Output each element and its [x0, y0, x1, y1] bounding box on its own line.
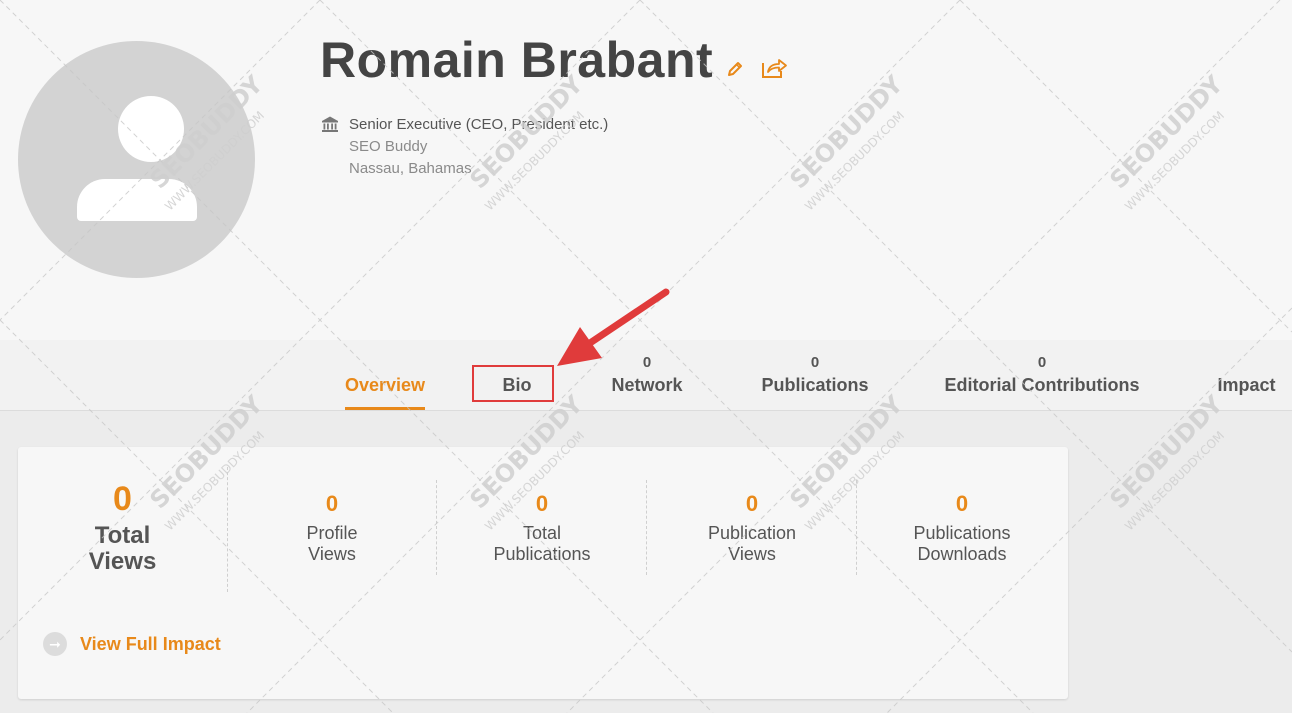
stat-label-line1: Profile: [306, 523, 358, 543]
profile-job-title: Senior Executive (CEO, President etc.): [349, 116, 609, 133]
active-tab-indicator: [345, 407, 425, 410]
stat-total-publications: 0 Total Publications: [457, 491, 627, 565]
tab-impact-label: Impact: [1217, 375, 1276, 395]
stat-label-line2: Downloads: [917, 544, 1007, 564]
tab-editorial-contributions-label: Editorial Contributions: [944, 375, 1140, 395]
stat-label-line1: Publications: [913, 523, 1011, 543]
user-placeholder-icon-body: [77, 179, 197, 221]
arrow-right-circle-icon: ➞: [43, 632, 67, 656]
stat-label-line1: Total: [94, 522, 151, 549]
tab-network-count: 0: [642, 354, 652, 371]
tab-overview-label: Overview: [345, 375, 426, 395]
tab-bio[interactable]: Bio: [474, 340, 560, 410]
profile-page: Romain Brabant Senior Executive (CEO, Pr…: [0, 0, 1292, 713]
tab-publications-count: 0: [810, 354, 820, 371]
stat-label-line1: Publication: [707, 523, 797, 543]
stat-label-line1: Total: [522, 523, 562, 543]
tab-bio-label: Bio: [502, 375, 532, 395]
profile-name: Romain Brabant: [320, 32, 714, 88]
stat-divider: [856, 480, 857, 575]
profile-tabs: Overview Bio 0 Network 0 Publications 0 …: [0, 340, 1292, 411]
tab-editorial-contributions-count: 0: [1037, 354, 1047, 371]
tab-editorial-contributions[interactable]: 0 Editorial Contributions: [937, 340, 1147, 410]
user-placeholder-icon-head: [118, 96, 184, 162]
avatar: [18, 41, 255, 278]
stat-label-line2: Views: [728, 544, 776, 564]
tab-network[interactable]: 0 Network: [597, 340, 697, 410]
profile-company: SEO Buddy: [349, 138, 428, 155]
tab-publications-label: Publications: [761, 375, 869, 395]
stat-value: 0: [325, 491, 339, 516]
tab-network-label: Network: [611, 375, 683, 395]
tab-publications[interactable]: 0 Publications: [755, 340, 875, 410]
stat-value: 0: [955, 491, 969, 516]
profile-location: Nassau, Bahamas: [349, 160, 472, 177]
stat-divider: [227, 467, 228, 592]
stat-label-line2: Publications: [493, 544, 591, 564]
stat-divider: [646, 480, 647, 575]
tab-impact[interactable]: Impact: [1209, 340, 1284, 410]
stat-divider: [436, 480, 437, 575]
stat-value: 0: [113, 480, 132, 518]
pencil-icon[interactable]: [726, 60, 744, 78]
stat-label-line2: Views: [88, 548, 157, 575]
share-icon[interactable]: [760, 56, 788, 80]
stat-publications-downloads: 0 Publications Downloads: [877, 491, 1047, 565]
stat-profile-views: 0 Profile Views: [247, 491, 417, 565]
stat-value: 0: [535, 491, 549, 516]
profile-header: Romain Brabant Senior Executive (CEO, Pr…: [0, 0, 1292, 340]
stat-value: 0: [745, 491, 759, 516]
view-full-impact-label: View Full Impact: [80, 634, 221, 654]
stat-publication-views: 0 Publication Views: [667, 491, 837, 565]
bank-icon: [322, 116, 338, 132]
tab-overview[interactable]: Overview: [345, 340, 425, 410]
stat-label-line2: Views: [308, 544, 356, 564]
stat-total-views: 0 Total Views: [80, 479, 165, 575]
stats-card: 0 Total Views 0 Profile Views 0 Total Pu…: [18, 447, 1068, 699]
